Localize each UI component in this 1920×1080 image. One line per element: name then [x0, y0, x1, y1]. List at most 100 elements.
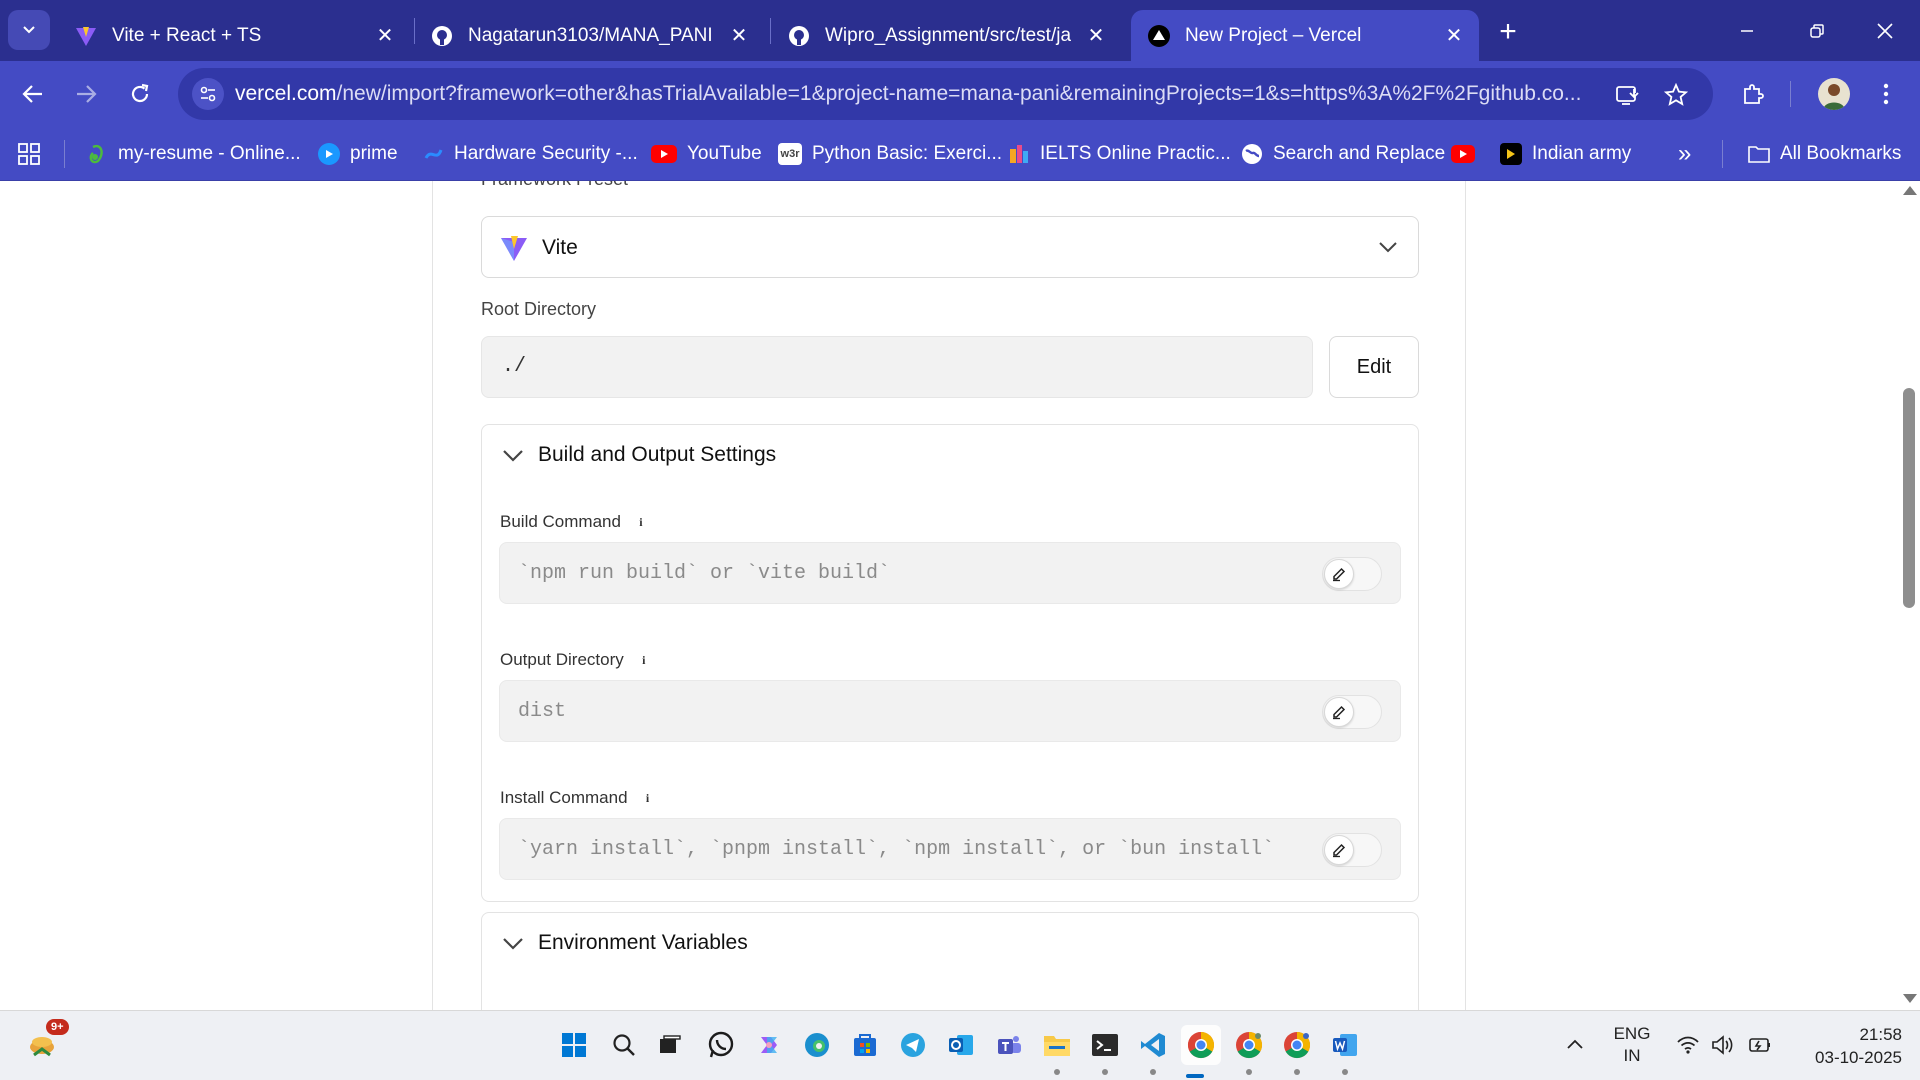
scroll-up-arrow-icon[interactable] — [1903, 186, 1917, 195]
environment-variables-toggle[interactable]: Environment Variables — [502, 931, 748, 955]
profile-avatar[interactable] — [1818, 78, 1850, 110]
field-label-text: Output Directory — [500, 650, 624, 669]
bookmark-prime[interactable]: prime — [318, 139, 398, 169]
youtube-icon — [1451, 145, 1475, 163]
chrome-icon — [1284, 1031, 1311, 1059]
install-app-button[interactable] — [1610, 78, 1644, 112]
word-icon — [1333, 1034, 1357, 1056]
scroll-down-arrow-icon[interactable] — [1903, 994, 1917, 1003]
widgets-button[interactable]: 9+ — [24, 1019, 69, 1063]
scrollbar-thumb[interactable] — [1903, 388, 1915, 608]
info-icon[interactable]: i — [636, 652, 652, 668]
search-button[interactable] — [604, 1025, 644, 1065]
edit-root-directory-button[interactable]: Edit — [1329, 336, 1419, 398]
star-icon — [1664, 83, 1688, 106]
vscode-taskbar[interactable] — [1133, 1025, 1173, 1065]
build-output-settings-toggle[interactable]: Build and Output Settings — [502, 443, 776, 467]
word-taskbar[interactable] — [1325, 1025, 1365, 1065]
bookmark-python-basic[interactable]: w3r Python Basic: Exerci... — [778, 139, 1002, 169]
bookmark-hardware-security[interactable]: Hardware Security -... — [422, 139, 638, 169]
store-taskbar[interactable] — [845, 1025, 885, 1065]
more-bookmarks-button[interactable]: » — [1678, 139, 1691, 169]
tab-mana-pani[interactable]: Nagatarun3103/MANA_PANI ✕ — [414, 10, 764, 61]
copilot-taskbar[interactable] — [749, 1025, 789, 1065]
wifi-button[interactable] — [1668, 1025, 1708, 1065]
framework-preset-select[interactable]: Vite — [481, 216, 1419, 278]
all-bookmarks-button[interactable]: All Bookmarks — [1748, 139, 1901, 169]
page-content: Framework Preset Vite Root Directory ./ … — [0, 181, 1920, 1010]
chrome-icon — [1236, 1031, 1263, 1059]
pencil-icon — [1324, 697, 1354, 727]
menu-button[interactable] — [1866, 74, 1906, 114]
site-info-icon[interactable] — [192, 78, 224, 110]
root-directory-label: Root Directory — [481, 299, 597, 319]
telegram-taskbar[interactable] — [893, 1025, 933, 1065]
tab-title: Nagatarun3103/MANA_PANI — [468, 24, 713, 46]
bookmark-indian-army[interactable]: Indian army — [1500, 139, 1631, 169]
task-view-button[interactable] — [650, 1025, 690, 1065]
tab-title: Vite + React + TS — [112, 24, 262, 46]
info-icon[interactable]: i — [640, 790, 656, 806]
tab-vite[interactable]: Vite + React + TS ✕ — [58, 10, 410, 61]
tab-wipro[interactable]: Wipro_Assignment/src/test/java ✕ — [771, 10, 1121, 61]
root-directory-input[interactable]: ./ — [481, 336, 1313, 398]
close-tab-icon[interactable]: ✕ — [726, 23, 752, 49]
edge-taskbar[interactable] — [797, 1025, 837, 1065]
close-tab-icon[interactable]: ✕ — [372, 23, 398, 49]
language-indicator[interactable]: ENG IN — [1608, 1023, 1656, 1067]
build-command-placeholder: `npm run build` or `vite build` — [518, 562, 891, 585]
chrome-taskbar-active[interactable] — [1181, 1025, 1221, 1065]
show-hidden-icons-button[interactable] — [1555, 1025, 1595, 1065]
bookmark-youtube-2[interactable] — [1451, 139, 1485, 169]
reload-button[interactable] — [120, 74, 160, 114]
chevron-down-icon — [503, 938, 523, 950]
whatsapp-taskbar[interactable] — [701, 1025, 741, 1065]
telegram-icon — [901, 1033, 925, 1057]
running-indicator — [1342, 1069, 1348, 1075]
restore-button[interactable] — [1782, 0, 1852, 61]
build-command-override-toggle[interactable] — [1322, 557, 1382, 591]
chevron-down-icon — [23, 26, 35, 34]
battery-button[interactable] — [1740, 1025, 1780, 1065]
info-icon[interactable]: i — [633, 514, 649, 530]
install-command-override-toggle[interactable] — [1322, 833, 1382, 867]
edge-icon — [805, 1033, 829, 1057]
extensions-button[interactable] — [1733, 74, 1773, 114]
apps-button[interactable] — [18, 139, 40, 169]
close-tab-icon[interactable]: ✕ — [1441, 23, 1467, 49]
bookmark-ielts[interactable]: IELTS Online Practic... — [1008, 139, 1231, 169]
build-command-field[interactable]: `npm run build` or `vite build` — [499, 542, 1401, 604]
start-button[interactable] — [554, 1025, 594, 1065]
bookmark-search-replace[interactable]: Search and Replace — [1241, 139, 1445, 169]
output-directory-override-toggle[interactable] — [1322, 695, 1382, 729]
outlook-taskbar[interactable] — [941, 1025, 981, 1065]
vite-icon — [500, 234, 528, 267]
chrome-profile-3-taskbar[interactable] — [1277, 1025, 1317, 1065]
clock[interactable]: 21:58 03-10-2025 — [1790, 1023, 1902, 1069]
forward-button[interactable] — [66, 74, 106, 114]
play-icon — [1500, 143, 1522, 165]
bookmark-label: Python Basic: Exerci... — [812, 143, 1003, 164]
install-command-field[interactable]: `yarn install`, `pnpm install`, `npm ins… — [499, 818, 1401, 880]
minimize-button[interactable] — [1712, 0, 1782, 61]
bookmark-youtube[interactable]: YouTube — [651, 139, 762, 169]
bookmark-star-button[interactable] — [1659, 78, 1693, 112]
new-tab-button[interactable]: + — [1490, 14, 1526, 50]
output-directory-field[interactable]: dist — [499, 680, 1401, 742]
terminal-taskbar[interactable] — [1085, 1025, 1125, 1065]
teams-taskbar[interactable] — [989, 1025, 1029, 1065]
back-button[interactable] — [13, 74, 53, 114]
tab-new-project-vercel[interactable]: New Project – Vercel ✕ — [1131, 10, 1479, 61]
whatsapp-icon — [708, 1031, 734, 1058]
bookmark-my-resume[interactable]: my-resume - Online... — [86, 139, 301, 169]
bookmark-divider — [1722, 140, 1723, 168]
close-window-button[interactable] — [1850, 0, 1920, 61]
file-explorer-taskbar[interactable] — [1037, 1025, 1077, 1065]
copilot-icon — [761, 1037, 777, 1053]
close-tab-icon[interactable]: ✕ — [1083, 23, 1109, 49]
language-code: ENG — [1613, 1024, 1651, 1043]
address-bar[interactable]: vercel.com/new/import?framework=other&ha… — [178, 68, 1713, 120]
chrome-profile-2-taskbar[interactable] — [1229, 1025, 1269, 1065]
volume-button[interactable] — [1703, 1025, 1743, 1065]
tab-search-button[interactable] — [8, 10, 50, 50]
